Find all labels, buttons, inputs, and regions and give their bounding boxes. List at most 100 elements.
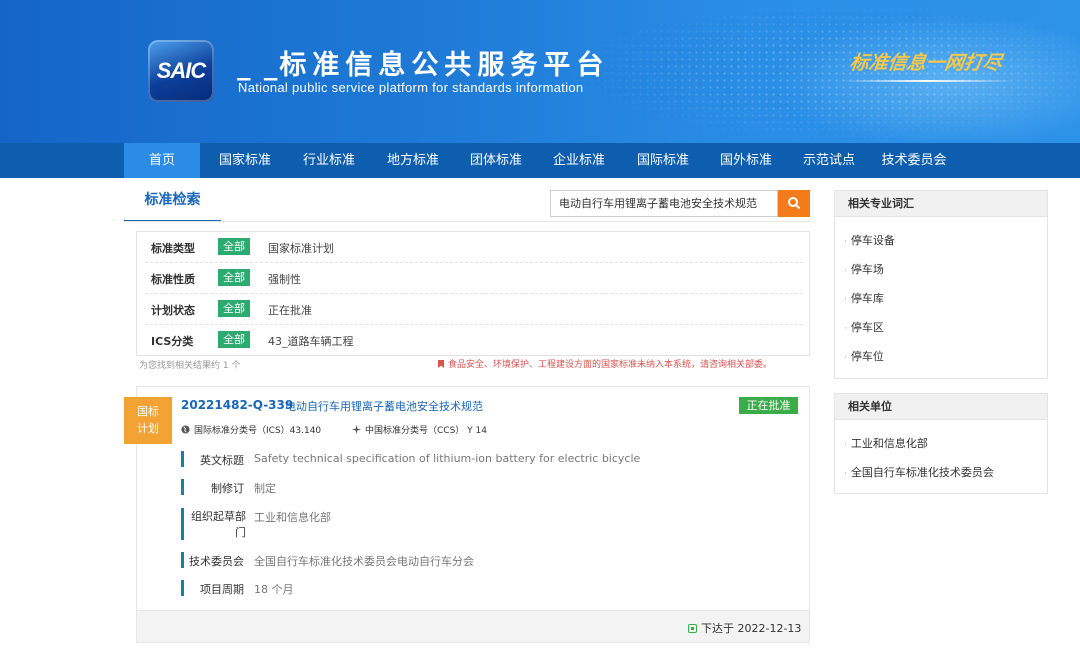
issue-date-text: 下达于 2022-12-13 [701, 622, 802, 635]
detail-english-title: 英文标题 Safety technical specification of l… [181, 451, 781, 467]
bullet-icon: · [844, 266, 847, 276]
bullet-icon: · [844, 324, 847, 334]
bullet-icon: · [844, 237, 847, 247]
type-badge: 国标 计划 [124, 397, 172, 444]
search-input[interactable]: 电动自行车用锂离子蓄电池安全技术规范 [550, 190, 778, 217]
related-vocab-panel: 相关专业词汇 · 停车设备 · 停车场 · 停车库 · 停车区 · 停车位 [834, 190, 1048, 379]
site-header: SAIC _ _标准信息公共服务平台 National public servi… [0, 0, 1080, 143]
filter-value[interactable]: 正在批准 [268, 302, 312, 318]
nav-item-national[interactable]: 国家标准 [210, 143, 280, 178]
nav-item-industry[interactable]: 行业标准 [294, 143, 364, 178]
filter-label: 标准类型 [151, 242, 195, 255]
bullet-icon: · [844, 440, 847, 450]
vocab-item[interactable]: · 停车位 [844, 348, 884, 364]
detail-project-cycle: 项目周期 18 个月 [181, 580, 781, 596]
unit-item[interactable]: · 全国自行车标准化技术委员会 [844, 464, 994, 480]
detail-value: 工业和信息化部 [254, 511, 331, 524]
bullet-icon: · [844, 469, 847, 479]
nav-item-foreign[interactable]: 国外标准 [711, 143, 781, 178]
issue-date: 下达于 2022-12-13 [688, 620, 801, 636]
site-title: _ _标准信息公共服务平台 [237, 43, 609, 82]
detail-label: 组织起草部门 [191, 510, 246, 539]
plan-number-link[interactable]: 20221482-Q-339 [181, 398, 293, 412]
unit-item[interactable]: · 工业和信息化部 [844, 435, 928, 451]
compass-icon [352, 425, 361, 434]
result-count: 为您找到相关结果约 1 个 [139, 361, 241, 371]
filter-all-button[interactable]: 全部 [218, 269, 250, 286]
filter-row-status: 计划状态 全部 正在批准 [145, 294, 803, 325]
vocab-item-label: 停车库 [850, 292, 884, 305]
ccs-text: 中国标准分类号（CCS） Y 14 [365, 426, 487, 436]
filter-all-button[interactable]: 全部 [218, 238, 250, 255]
site-title-prefix: _ _ [237, 50, 280, 81]
detail-marker [181, 552, 184, 568]
detail-value: 18 个月 [254, 583, 294, 596]
vocab-item[interactable]: · 停车场 [844, 261, 884, 277]
filter-label: 标准性质 [151, 273, 195, 286]
calendar-icon [688, 624, 697, 633]
detail-label: 英文标题 [200, 454, 244, 467]
related-units-panel: 相关单位 · 工业和信息化部 · 全国自行车标准化技术委员会 [834, 393, 1048, 494]
ics-text: 国际标准分类号（ICS）43.140 [194, 426, 322, 436]
standard-name-link[interactable]: 电动自行车用锂离子蓄电池安全技术规范 [285, 398, 483, 414]
header-slogan: 标准信息一网打尽 [848, 52, 1004, 74]
slogan-underline [842, 80, 1012, 82]
detail-label: 制修订 [211, 482, 244, 495]
search-icon [788, 197, 801, 210]
related-units-title: 相关单位 [835, 394, 1047, 420]
nav-item-committee[interactable]: 技术委员会 [872, 143, 956, 178]
site-title-text: 标准信息公共服务平台 [279, 50, 610, 81]
unit-item-label: 全国自行车标准化技术委员会 [850, 466, 994, 479]
site-logo[interactable]: SAIC [148, 40, 214, 102]
filter-row-nature: 标准性质 全部 强制性 [145, 263, 803, 294]
detail-marker [181, 479, 184, 495]
site-subtitle: National public service platform for sta… [238, 80, 584, 95]
bullet-icon: · [844, 353, 847, 363]
flag-icon [438, 360, 444, 368]
filter-value[interactable]: 强制性 [268, 271, 301, 287]
detail-label: 项目周期 [200, 583, 244, 596]
detail-value: 制定 [254, 482, 276, 495]
filter-label: 计划状态 [151, 304, 195, 317]
type-badge-line1: 国标 [137, 405, 159, 418]
detail-label: 技术委员会 [189, 555, 244, 568]
notice-text: 食品安全、环境保护、工程建设方面的国家标准未纳入本系统，请咨询相关部委。 [438, 357, 772, 370]
detail-drafting-dept: 组织起草部门 工业和信息化部 [181, 508, 781, 540]
vocab-item[interactable]: · 停车设备 [844, 232, 895, 248]
detail-marker [181, 508, 184, 540]
nav-item-enterprise[interactable]: 企业标准 [544, 143, 614, 178]
nav-item-pilot[interactable]: 示范试点 [794, 143, 864, 178]
nav-item-group[interactable]: 团体标准 [461, 143, 531, 178]
search-button[interactable] [778, 190, 810, 217]
detail-value: Safety technical specification of lithiu… [254, 452, 641, 465]
vocab-item[interactable]: · 停车库 [844, 290, 884, 306]
filter-label: ICS分类 [151, 335, 194, 348]
vocab-item-label: 停车设备 [850, 234, 895, 247]
ccs-classification: 中国标准分类号（CCS） Y 14 [352, 423, 487, 436]
detail-revision: 制修订 制定 [181, 479, 781, 495]
type-badge-line2: 计划 [137, 422, 159, 435]
tab-standard-search[interactable]: 标准检索 [124, 186, 221, 222]
detail-marker [181, 580, 184, 596]
filter-row-ics: ICS分类 全部 43_道路车辆工程 [145, 325, 803, 356]
nav-item-local[interactable]: 地方标准 [378, 143, 448, 178]
vocab-item[interactable]: · 停车区 [844, 319, 884, 335]
filter-all-button[interactable]: 全部 [218, 300, 250, 317]
nav-item-international[interactable]: 国际标准 [628, 143, 698, 178]
main-nav: 首页 国家标准 行业标准 地方标准 团体标准 企业标准 国际标准 国外标准 示范… [0, 143, 1080, 178]
vocab-item-label: 停车场 [850, 263, 884, 276]
filter-value[interactable]: 43_道路车辆工程 [268, 333, 354, 349]
vocab-item-label: 停车区 [850, 321, 884, 334]
related-vocab-title: 相关专业词汇 [835, 191, 1047, 217]
detail-committee: 技术委员会 全国自行车标准化技术委员会电动自行车分会 [181, 552, 781, 568]
detail-value: 全国自行车标准化技术委员会电动自行车分会 [254, 555, 474, 568]
vocab-item-label: 停车位 [850, 350, 884, 363]
unit-item-label: 工业和信息化部 [850, 437, 928, 450]
filter-value[interactable]: 国家标准计划 [268, 240, 334, 256]
notice-message: 食品安全、环境保护、工程建设方面的国家标准未纳入本系统，请咨询相关部委。 [448, 360, 773, 370]
tab-divider [124, 221, 810, 222]
detail-marker [181, 451, 184, 467]
logo-text: SAIC [156, 58, 207, 83]
nav-item-home[interactable]: 首页 [124, 143, 200, 178]
filter-all-button[interactable]: 全部 [218, 331, 250, 348]
